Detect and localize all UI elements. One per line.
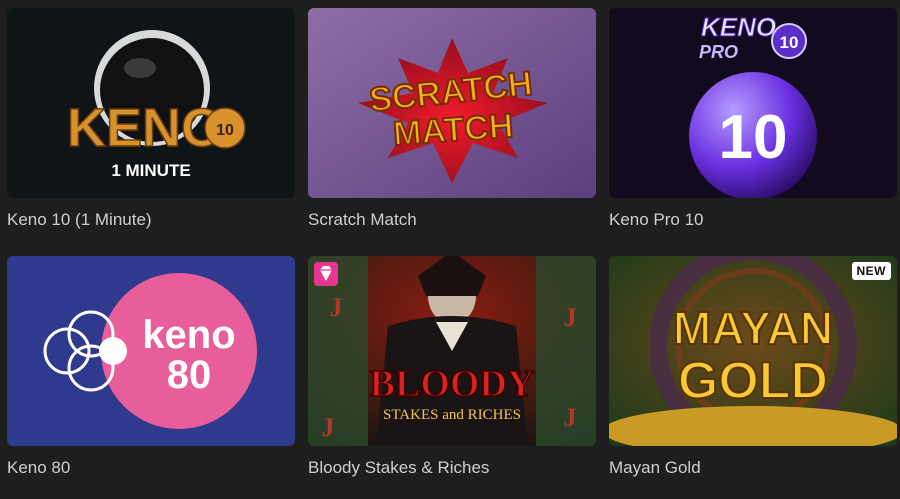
- game-card-scratch-match[interactable]: SCRATCH MATCH Scratch Match: [308, 8, 596, 229]
- game-thumbnail[interactable]: MAYAN GOLD NEW: [609, 256, 897, 446]
- art-bloody: BLOODY: [370, 363, 535, 405]
- art-card-letter: J: [564, 403, 577, 432]
- art-subtitle: 1 MINUTE: [111, 161, 190, 180]
- game-title[interactable]: Keno 80: [7, 458, 70, 478]
- art-keno-word: keno: [142, 313, 235, 357]
- art-mayan: MAYAN: [673, 302, 833, 354]
- game-title[interactable]: Bloody Stakes & Riches: [308, 458, 489, 478]
- game-title[interactable]: Scratch Match: [308, 210, 417, 230]
- art-card-letter: J: [330, 293, 343, 322]
- game-thumbnail[interactable]: SCRATCH MATCH: [308, 8, 596, 198]
- art-gold: GOLD: [678, 352, 828, 410]
- game-card-bloody-stakes-riches[interactable]: J J J J BLOODY STAKES and RICHES Bloody …: [308, 256, 596, 477]
- game-thumbnail[interactable]: KENO PRO 10 10: [609, 8, 897, 198]
- game-card-mayan-gold[interactable]: MAYAN GOLD NEW Mayan Gold: [609, 256, 897, 477]
- art-keno-brand: KENO: [701, 12, 776, 42]
- game-card-keno-80[interactable]: keno 80 Keno 80: [7, 256, 295, 477]
- new-badge: NEW: [851, 262, 891, 280]
- art-stakes-riches: STAKES and RICHES: [383, 407, 521, 423]
- art-card-letter: J: [564, 303, 577, 332]
- game-thumbnail[interactable]: keno 80: [7, 256, 295, 446]
- art-pro-num: 10: [780, 33, 799, 52]
- art-keno-num: 80: [167, 353, 212, 397]
- art-card-letter: J: [322, 413, 335, 442]
- art-keno-num: 10: [216, 122, 234, 139]
- art-ball-num: 10: [719, 103, 788, 172]
- art-keno: KENO: [67, 98, 223, 158]
- game-title[interactable]: Keno 10 (1 Minute): [7, 210, 152, 230]
- game-thumbnail[interactable]: KENO 10 1 MINUTE: [7, 8, 295, 198]
- game-grid: KENO 10 1 MINUTE Keno 10 (1 Minute) SCRA…: [0, 0, 900, 499]
- diamond-icon: [314, 262, 338, 286]
- game-thumbnail[interactable]: J J J J BLOODY STAKES and RICHES: [308, 256, 596, 446]
- game-title[interactable]: Mayan Gold: [609, 458, 701, 478]
- art-pro: PRO: [699, 42, 738, 62]
- game-title[interactable]: Keno Pro 10: [609, 210, 704, 230]
- game-card-keno-10-1-minute[interactable]: KENO 10 1 MINUTE Keno 10 (1 Minute): [7, 8, 295, 229]
- game-card-keno-pro-10[interactable]: KENO PRO 10 10 Keno Pro 10: [609, 8, 897, 229]
